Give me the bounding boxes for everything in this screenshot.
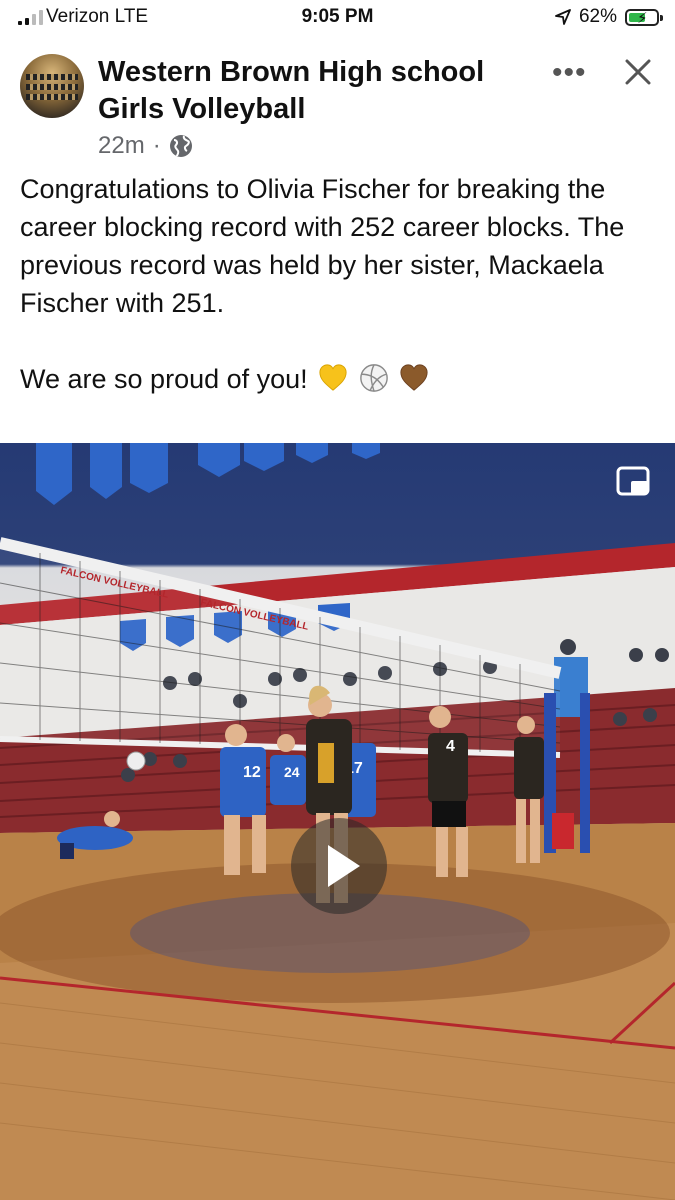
jersey-24: 24	[284, 764, 300, 780]
jersey-12: 12	[243, 764, 261, 781]
yellow-heart-icon	[319, 364, 347, 391]
play-button[interactable]	[291, 818, 387, 914]
battery-percent: 62%	[578, 6, 617, 27]
post-age[interactable]: 22m	[98, 132, 145, 160]
post-body: Congratulations to Olivia Fischer for br…	[20, 170, 660, 398]
page-name[interactable]: Western Brown High school Girls Volleyba…	[98, 54, 538, 128]
globe-icon	[169, 135, 192, 157]
meta-separator: ·	[152, 132, 161, 159]
jersey-4: 4	[446, 738, 455, 755]
volleyball-icon	[359, 364, 388, 392]
page-avatar[interactable]	[20, 54, 84, 118]
ceiling-banners	[36, 443, 380, 505]
close-icon[interactable]	[622, 56, 654, 88]
location-arrow-icon	[555, 9, 571, 25]
post-closing-line: We are so proud of you!	[20, 360, 660, 398]
status-right: 62% ⚡	[555, 6, 663, 28]
post-message: Congratulations to Olivia Fischer for br…	[20, 174, 625, 318]
picture-in-picture-icon[interactable]	[616, 466, 650, 500]
post-meta: 22m ·	[98, 132, 193, 160]
battery-icon: ⚡	[625, 8, 663, 27]
closing-text: We are so proud of you!	[20, 364, 308, 394]
more-options-icon[interactable]: •••	[552, 56, 587, 90]
brown-heart-icon	[400, 364, 428, 391]
status-bar: Verizon LTE 9:05 PM 62% ⚡	[0, 0, 675, 36]
